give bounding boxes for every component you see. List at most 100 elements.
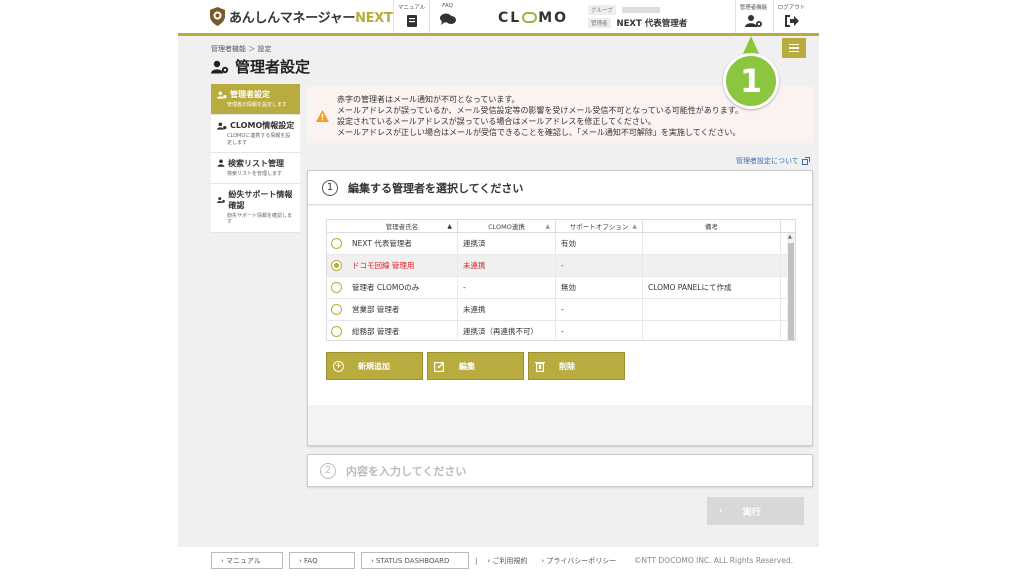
faq-label: FAQ (442, 3, 453, 9)
column-label: 備考 (705, 223, 718, 231)
admin-icon (217, 197, 225, 204)
add-admin-button[interactable]: + 新規追加 (326, 352, 423, 380)
footer-manual-button[interactable]: › マニュアル (211, 552, 283, 569)
about-link-text: 管理者設定について (736, 157, 799, 165)
callout-badge: 1 (723, 53, 779, 109)
alert-line: メールアドレスが誤っているか、メール受信設定等の影響を受けメール受信不可となって… (337, 106, 743, 115)
page-title: 管理者設定 (211, 56, 310, 77)
cell-support: - (556, 321, 643, 340)
column-label: 管理者氏名 (385, 223, 419, 231)
warning-icon (316, 110, 329, 122)
about-admin-settings-link[interactable]: 管理者設定について (736, 156, 810, 166)
cell-name: 営業部 管理者 (347, 299, 458, 320)
logout-icon (784, 15, 799, 27)
column-header-name[interactable]: 管理者氏名 ▲ (347, 220, 458, 232)
column-header-support[interactable]: サポートオプション ▲ (556, 220, 643, 232)
group-info: グループ 管理者 NEXT 代表管理者 (588, 3, 733, 31)
footer-status-button[interactable]: › STATUS DASHBOARD (361, 552, 469, 569)
row-radio[interactable] (331, 304, 342, 315)
trash-icon (535, 361, 545, 372)
cell-support: - (556, 255, 643, 276)
row-radio[interactable] (331, 238, 342, 249)
app-name: あんしんマネージャーNEXT (229, 11, 393, 26)
menu-line-icon (789, 50, 799, 53)
manual-header-button[interactable]: マニュアル (393, 0, 429, 33)
user-icon (217, 159, 225, 167)
group-tag: グループ (588, 4, 616, 15)
scroll-up-icon[interactable]: ▲ (788, 234, 792, 240)
clomo-brand: CL MO (498, 10, 569, 26)
button-label: 削除 (559, 361, 575, 371)
column-label: CLOMO連携 (488, 223, 525, 231)
group-name-redacted (621, 6, 660, 13)
cell-clomo: 未連携 (458, 299, 556, 320)
logout-label: ログアウト (777, 5, 806, 11)
footer-label: STATUS DASHBOARD (376, 556, 450, 565)
cell-note (643, 299, 781, 320)
edit-icon (434, 361, 445, 372)
scrollbar-thumb[interactable] (788, 243, 794, 340)
footer-label: プライバシーポリシー (546, 556, 617, 565)
cell-clomo: 未連携 (458, 255, 556, 276)
cell-note (643, 255, 781, 276)
cell-name: 総務部 管理者 (347, 321, 458, 340)
logout-button[interactable]: ログアウト (773, 0, 809, 33)
admin-func-label: 管理者機能 (739, 5, 768, 11)
column-label: サポートオプション (569, 223, 629, 231)
book-icon (406, 15, 417, 27)
action-buttons: + 新規追加 編集 削除 (326, 352, 625, 380)
footer-label: FAQ (304, 556, 318, 565)
table-row[interactable]: 営業部 管理者 未連携 - (327, 299, 795, 321)
footer-faq-button[interactable]: › FAQ (289, 552, 355, 569)
sidebar: 管理者設定 管理者の情報を設定します CLOMO情報設定 CLOMOに連携する情… (211, 84, 300, 233)
sidebar-item-search-list[interactable]: 検索リスト管理 検索リストを管理します (211, 153, 300, 184)
sort-icon: ▲ (545, 222, 550, 230)
admin-gear-icon (744, 15, 762, 27)
alert-line: 設定されているメールアドレスが誤っている場合はメールアドレスを修正してください。 (337, 117, 656, 126)
step1-panel: 1 編集する管理者を選択してください 管理者氏名 ▲ CLOMO連携 ▲ サポートオ… (307, 170, 813, 446)
sidebar-item-desc: CLOMOに連携する情報を設定します (227, 133, 291, 146)
footer-terms-link[interactable]: › ご利用規約 (483, 556, 531, 566)
sidebar-item-desc: 検索リストを管理します (227, 170, 283, 177)
table-row[interactable]: NEXT 代表管理者 連携済 有効 (327, 233, 795, 255)
app-header: あんしんマネージャーNEXT マニュアル FAQ CL MO グループ 管理者 NE… (178, 0, 819, 34)
sidebar-item-desc: 管理者の情報を設定します (227, 102, 288, 108)
cell-clomo: - (458, 277, 556, 298)
row-radio[interactable] (331, 260, 342, 271)
sidebar-item-label: CLOMO情報設定 (230, 121, 295, 131)
edit-admin-button[interactable]: 編集 (427, 352, 524, 380)
sort-asc-icon: ▲ (447, 222, 452, 230)
execute-button[interactable]: › 実行 (707, 497, 804, 525)
manual-label: マニュアル (397, 5, 426, 11)
clomo-o-icon (522, 12, 538, 23)
table-row[interactable]: 管理者 CLOMOのみ - 無効 CLOMO PANELにて作成 (327, 277, 795, 299)
cell-note: CLOMO PANELにて作成 (643, 277, 781, 298)
hamburger-menu-button[interactable] (782, 38, 806, 58)
alert-line: メールアドレスが正しい場合はメールが受信できることを確認し、「メール通知不可解除… (337, 128, 741, 137)
table-scrollbar[interactable]: ▲ (787, 233, 795, 340)
column-header-clomo[interactable]: CLOMO連携 ▲ (458, 220, 556, 232)
app-logo[interactable]: あんしんマネージャーNEXT (210, 7, 393, 26)
button-label: 新規追加 (358, 361, 390, 371)
delete-admin-button[interactable]: 削除 (528, 352, 625, 380)
footer-privacy-link[interactable]: › プライバシーポリシー (537, 556, 620, 566)
header-radio-col (327, 220, 347, 232)
sidebar-item-loss-support[interactable]: 紛失サポート情報確認 紛失サポート情報を確認します (211, 184, 300, 233)
faq-header-button[interactable]: FAQ (429, 0, 465, 33)
step2-panel: 2 内容を入力してください (307, 454, 813, 487)
row-radio[interactable] (331, 326, 342, 337)
sidebar-item-admin-settings[interactable]: 管理者設定 管理者の情報を設定します (211, 84, 300, 116)
table-row[interactable]: 総務部 管理者 連携済（再連携不可） - (327, 321, 795, 340)
step-number: 1 (322, 179, 338, 196)
sidebar-item-clomo-settings[interactable]: CLOMO情報設定 CLOMOに連携する情報を設定します (211, 115, 300, 153)
execute-label: 実行 (742, 507, 761, 518)
table-row-selected[interactable]: ドコモ回線 管理用 未連携 - (327, 255, 795, 277)
admin-function-button[interactable]: 管理者機能 (735, 0, 771, 33)
row-radio[interactable] (331, 282, 342, 293)
button-label: 編集 (459, 361, 475, 371)
admin-icon (217, 91, 227, 99)
cell-support: 無効 (556, 277, 643, 298)
cell-name: ドコモ回線 管理用 (347, 255, 458, 276)
step1-header: 1 編集する管理者を選択してください (308, 171, 812, 205)
admin-name: NEXT 代表管理者 (616, 18, 688, 29)
